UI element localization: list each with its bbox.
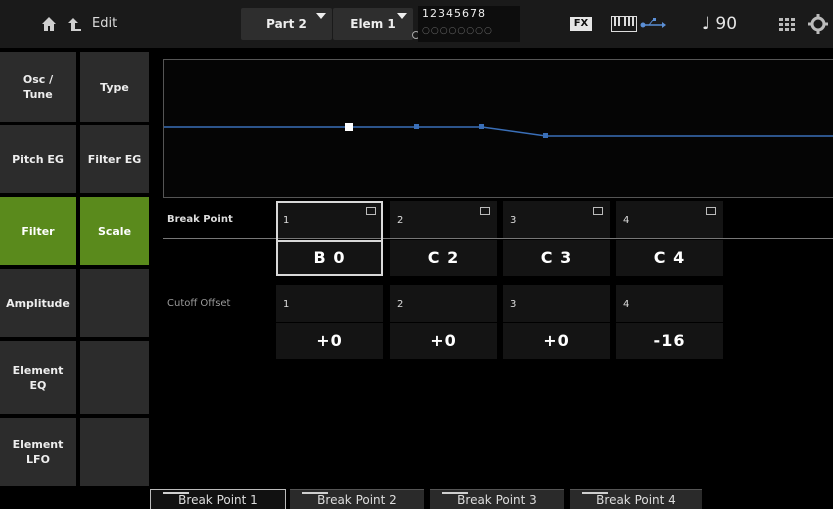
edit-label: Edit bbox=[92, 16, 118, 31]
cutoff-offset-3-header[interactable]: 3 bbox=[503, 285, 610, 322]
fx-badge[interactable]: FX bbox=[570, 17, 592, 31]
bottom-tab-label: Break Point 4 bbox=[596, 493, 676, 507]
scale-curve bbox=[164, 123, 833, 138]
tab-indicator bbox=[442, 492, 468, 494]
selection-outline bbox=[276, 201, 383, 276]
tab-osc-tune[interactable]: Osc / Tune bbox=[0, 52, 76, 122]
element-status-dots: ○○○○○○○○ bbox=[422, 26, 493, 36]
keyboard-assign-icon bbox=[593, 207, 603, 215]
element-label: Elem 1 bbox=[350, 17, 396, 31]
bottom-tab-break-point-1[interactable]: Break Point 1 bbox=[150, 489, 286, 509]
tab-scale[interactable]: Scale bbox=[80, 197, 149, 265]
break-point-label: Break Point bbox=[167, 214, 233, 225]
dropdown-triangle-icon bbox=[316, 13, 326, 19]
tab-filter[interactable]: Filter bbox=[0, 197, 76, 265]
tab-type[interactable]: Type bbox=[80, 52, 149, 122]
cutoff-offset-label: Cutoff Offset bbox=[167, 298, 231, 309]
cutoff-offset-num: 1 bbox=[283, 299, 290, 310]
tab-filter-eg[interactable]: Filter EG bbox=[80, 125, 149, 193]
home-icon[interactable] bbox=[40, 0, 58, 52]
cutoff-offset-1-header[interactable]: 1 bbox=[276, 285, 383, 322]
dropdown-triangle-icon bbox=[397, 13, 407, 19]
break-point-num: 3 bbox=[510, 215, 517, 226]
cutoff-offset-num: 3 bbox=[510, 299, 517, 310]
break-point-2-header[interactable]: 2 bbox=[390, 201, 497, 238]
part-select-button[interactable]: Part 2 bbox=[241, 8, 332, 40]
break-point-3-header[interactable]: 3 bbox=[503, 201, 610, 238]
bottom-tab-break-point-2[interactable]: Break Point 2 bbox=[290, 489, 424, 509]
element-select-button[interactable]: Elem 1 bbox=[333, 8, 413, 40]
bottom-tab-label: Break Point 2 bbox=[317, 493, 397, 507]
tab-element-lfo[interactable]: Element LFO bbox=[0, 418, 76, 486]
tab-indicator bbox=[163, 492, 189, 494]
cutoff-offset-2-value[interactable]: +0 bbox=[390, 323, 497, 359]
tempo-display[interactable]: ♩ 90 bbox=[702, 0, 737, 48]
element-numbers: 12345678 bbox=[422, 7, 486, 20]
empty-tab-slot bbox=[80, 269, 149, 337]
scale-curve-line bbox=[164, 126, 833, 137]
tab-indicator bbox=[582, 492, 608, 494]
break-point-2-value[interactable]: C 2 bbox=[390, 240, 497, 276]
break-point-num: 4 bbox=[623, 215, 630, 226]
keyboard-assign-icon bbox=[706, 207, 716, 215]
tab-indicator bbox=[302, 492, 328, 494]
break-point-1-marker bbox=[345, 123, 353, 131]
cutoff-offset-1-value[interactable]: +0 bbox=[276, 323, 383, 359]
divider bbox=[163, 238, 833, 239]
keyboard-assign-icon bbox=[480, 207, 490, 215]
bottom-tab-break-point-3[interactable]: Break Point 3 bbox=[430, 489, 564, 509]
break-point-2-marker bbox=[414, 124, 419, 129]
break-point-4-marker bbox=[543, 133, 548, 138]
cutoff-offset-num: 4 bbox=[623, 299, 630, 310]
empty-tab-slot bbox=[80, 418, 149, 486]
back-icon[interactable] bbox=[65, 0, 81, 52]
tab-pitch-eg[interactable]: Pitch EG bbox=[0, 125, 76, 193]
tab-element-eq[interactable]: Element EQ bbox=[0, 341, 76, 414]
break-point-4-value[interactable]: C 4 bbox=[616, 240, 723, 276]
bottom-tab-label: Break Point 3 bbox=[457, 493, 537, 507]
empty-tab-slot bbox=[80, 341, 149, 414]
cutoff-offset-3-value[interactable]: +0 bbox=[503, 323, 610, 359]
bottom-tab-break-point-4[interactable]: Break Point 4 bbox=[570, 489, 702, 509]
break-point-3-value[interactable]: C 3 bbox=[503, 240, 610, 276]
cutoff-offset-4-header[interactable]: 4 bbox=[616, 285, 723, 322]
part-label: Part 2 bbox=[266, 17, 307, 31]
cutoff-offset-4-value[interactable]: -16 bbox=[616, 323, 723, 359]
usb-icon bbox=[640, 17, 666, 36]
scale-graph bbox=[163, 59, 833, 198]
break-point-num: 2 bbox=[397, 215, 404, 226]
break-point-3-marker bbox=[479, 124, 484, 129]
bottom-tab-label: Break Point 1 bbox=[178, 493, 258, 507]
grid-icon[interactable] bbox=[779, 17, 795, 36]
cutoff-offset-2-header[interactable]: 2 bbox=[390, 285, 497, 322]
tab-amplitude[interactable]: Amplitude bbox=[0, 269, 76, 337]
break-point-4-header[interactable]: 4 bbox=[616, 201, 723, 238]
gear-icon[interactable] bbox=[808, 14, 828, 38]
element-switch-panel[interactable]: 12345678 ○○○○○○○○ bbox=[418, 6, 520, 42]
keyboard-icon bbox=[611, 16, 637, 36]
cutoff-offset-num: 2 bbox=[397, 299, 404, 310]
